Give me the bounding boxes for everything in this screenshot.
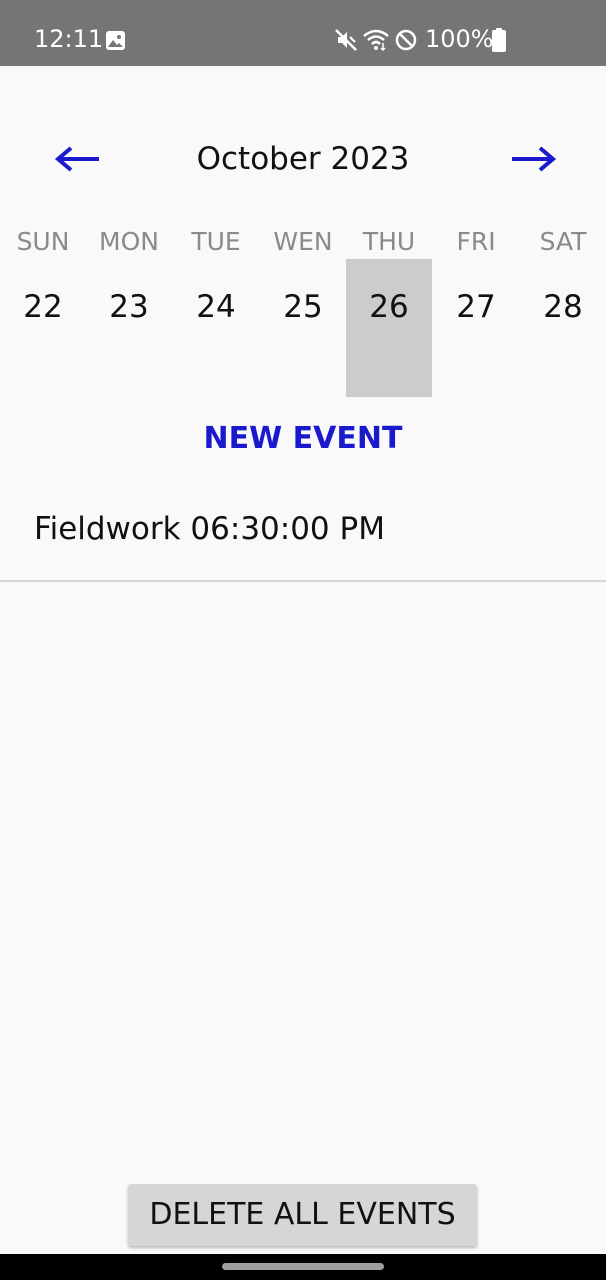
day-number: 22 (23, 289, 63, 325)
day-cell-sat[interactable]: SAT 28 (520, 224, 606, 398)
delete-all-events-button[interactable]: DELETE ALL EVENTS (128, 1184, 477, 1246)
day-name: THU (362, 227, 416, 256)
day-name: SAT (539, 227, 587, 256)
day-name: SUN (16, 227, 70, 256)
selected-day-highlight (346, 259, 432, 397)
arrow-right-icon (512, 146, 557, 172)
battery-percentage: 100% (425, 25, 494, 53)
day-name: TUE (191, 227, 241, 256)
image-icon (106, 31, 125, 50)
status-time: 12:11 (34, 25, 104, 53)
day-name: FRI (456, 227, 496, 256)
mute-icon (335, 29, 357, 51)
next-week-button[interactable] (506, 140, 558, 178)
calendar-screen: 12:11 100% October 2023 SUN 22 MON 23 TU… (0, 0, 606, 1280)
wifi-icon (363, 29, 389, 52)
week-strip: SUN 22 MON 23 TUE 24 WEN 25 THU 26 FRI 2… (0, 224, 606, 398)
day-cell-mon[interactable]: MON 23 (86, 224, 172, 398)
day-name: WEN (273, 227, 333, 256)
block-icon (395, 29, 417, 51)
day-number: 24 (196, 289, 236, 325)
battery-icon (492, 28, 506, 52)
day-cell-fri[interactable]: FRI 27 (433, 224, 519, 398)
day-cell-tue[interactable]: TUE 24 (173, 224, 259, 398)
status-bar: 12:11 100% (0, 0, 606, 66)
day-number: 26 (369, 289, 409, 325)
navigation-bar (0, 1254, 606, 1280)
day-cell-sun[interactable]: SUN 22 (0, 224, 86, 398)
day-number: 25 (283, 289, 323, 325)
day-cell-wed[interactable]: WEN 25 (260, 224, 346, 398)
day-name: MON (99, 227, 159, 256)
event-label: Fieldwork 06:30:00 PM (34, 511, 385, 547)
day-number: 27 (456, 289, 496, 325)
event-list-item[interactable]: Fieldwork 06:30:00 PM (0, 488, 606, 582)
home-handle[interactable] (222, 1263, 384, 1270)
day-number: 28 (543, 289, 583, 325)
day-number: 23 (109, 289, 149, 325)
month-header: October 2023 (0, 130, 606, 188)
new-event-button[interactable]: NEW EVENT (0, 416, 606, 462)
day-cell-thu-selected[interactable]: THU 26 (346, 224, 432, 398)
